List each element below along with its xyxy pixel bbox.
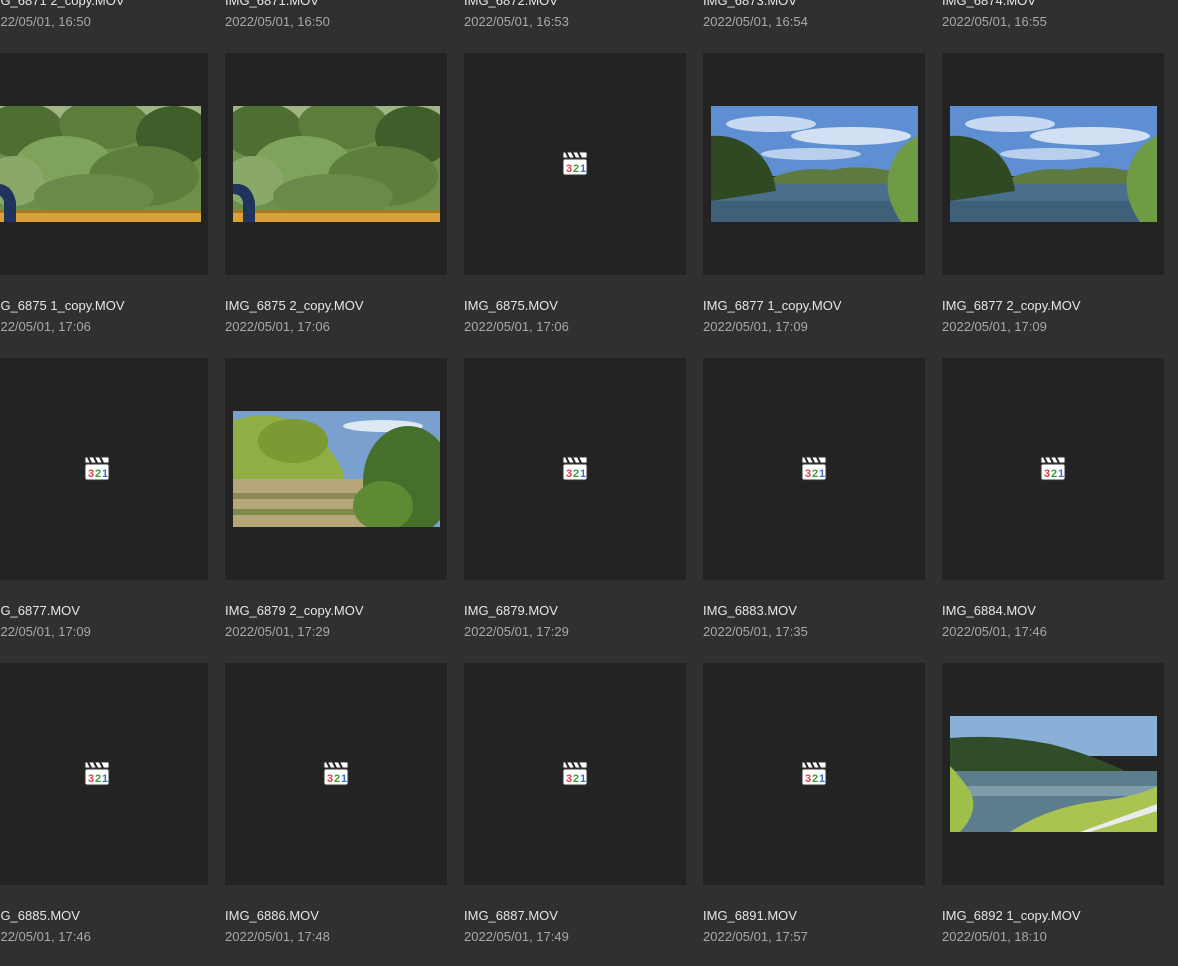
file-name[interactable]: IMG_6877.MOV xyxy=(0,603,80,619)
file-tile[interactable] xyxy=(942,53,1164,275)
svg-text:3: 3 xyxy=(327,773,333,785)
file-tile[interactable]: 3 2 1 xyxy=(703,358,925,580)
svg-text:3: 3 xyxy=(566,163,572,175)
mpc-file-icon: 3 2 1 xyxy=(800,454,828,482)
svg-text:2: 2 xyxy=(573,773,579,785)
mpc-file-icon: 3 2 1 xyxy=(561,149,589,177)
svg-text:1: 1 xyxy=(580,163,586,175)
mpc-file-icon: 3 2 1 xyxy=(1039,454,1067,482)
file-name[interactable]: IMG_6875 1_copy.MOV xyxy=(0,298,125,314)
svg-text:1: 1 xyxy=(819,773,825,785)
file-tile[interactable] xyxy=(703,53,925,275)
svg-text:1: 1 xyxy=(819,468,825,480)
file-date: 2022/05/01, 17:57 xyxy=(703,929,808,944)
file-tile[interactable]: 3 2 1 xyxy=(464,663,686,885)
file-tile[interactable]: 3 2 1 xyxy=(225,663,447,885)
file-tile[interactable]: 3 2 1 xyxy=(0,663,208,885)
mpc-file-icon: 3 2 1 xyxy=(322,759,350,787)
file-date: 2022/05/01, 17:29 xyxy=(464,624,569,639)
file-date: 2022/05/01, 17:46 xyxy=(942,624,1047,639)
file-tile[interactable]: 3 2 1 xyxy=(703,663,925,885)
file-date: 2022/05/01, 17:29 xyxy=(225,624,330,639)
svg-text:2: 2 xyxy=(573,163,579,175)
video-thumbnail xyxy=(0,106,201,222)
file-tile[interactable] xyxy=(942,663,1164,885)
file-name[interactable]: IMG_6884.MOV xyxy=(942,603,1036,619)
file-date: 2022/05/01, 16:55 xyxy=(942,14,1047,29)
file-date: 2022/05/01, 17:35 xyxy=(703,624,808,639)
video-thumbnail xyxy=(950,716,1157,832)
file-date: 2022/05/01, 16:50 xyxy=(225,14,330,29)
file-name[interactable]: IMG_6872.MOV xyxy=(464,0,558,9)
svg-text:2: 2 xyxy=(573,468,579,480)
file-name[interactable]: IMG_6891.MOV xyxy=(703,908,797,924)
svg-text:1: 1 xyxy=(1058,468,1064,480)
file-name[interactable]: IMG_6892 1_copy.MOV xyxy=(942,908,1081,924)
file-name[interactable]: IMG_6885.MOV xyxy=(0,908,80,924)
svg-text:1: 1 xyxy=(580,468,586,480)
file-date: 2022/05/01, 17:46 xyxy=(0,929,91,944)
file-date: 2022/05/01, 17:06 xyxy=(225,319,330,334)
video-thumbnail xyxy=(950,106,1157,222)
svg-text:2: 2 xyxy=(334,773,340,785)
video-thumbnail xyxy=(233,411,440,527)
file-date: 2022/05/01, 17:06 xyxy=(0,319,91,334)
svg-text:1: 1 xyxy=(580,773,586,785)
file-name[interactable]: IMG_6873.MOV xyxy=(703,0,797,9)
svg-text:2: 2 xyxy=(812,773,818,785)
file-name[interactable]: IMG_6879 2_copy.MOV xyxy=(225,603,364,619)
file-tile[interactable] xyxy=(0,53,208,275)
file-name[interactable]: IMG_6877 2_copy.MOV xyxy=(942,298,1081,314)
file-name[interactable]: IMG_6879.MOV xyxy=(464,603,558,619)
file-date: 2022/05/01, 17:09 xyxy=(942,319,1047,334)
file-date: 2022/05/01, 17:09 xyxy=(0,624,91,639)
svg-text:2: 2 xyxy=(812,468,818,480)
mpc-file-icon: 3 2 1 xyxy=(561,759,589,787)
svg-text:2: 2 xyxy=(95,468,101,480)
svg-text:3: 3 xyxy=(566,773,572,785)
svg-text:2: 2 xyxy=(95,773,101,785)
file-date: 2022/05/01, 17:49 xyxy=(464,929,569,944)
file-date: 2022/05/01, 18:10 xyxy=(942,929,1047,944)
svg-text:1: 1 xyxy=(341,773,347,785)
file-name[interactable]: IMG_6871 2_copy.MOV xyxy=(0,0,125,9)
file-name[interactable]: IMG_6874.MOV xyxy=(942,0,1036,9)
file-tile[interactable]: 3 2 1 xyxy=(464,358,686,580)
file-name[interactable]: IMG_6887.MOV xyxy=(464,908,558,924)
file-tile[interactable]: 3 2 1 xyxy=(0,358,208,580)
video-thumbnail xyxy=(711,106,918,222)
file-name[interactable]: IMG_6886.MOV xyxy=(225,908,319,924)
svg-text:3: 3 xyxy=(805,773,811,785)
svg-text:3: 3 xyxy=(805,468,811,480)
file-name[interactable]: IMG_6871.MOV xyxy=(225,0,319,9)
mpc-file-icon: 3 2 1 xyxy=(83,454,111,482)
svg-text:2: 2 xyxy=(1051,468,1057,480)
file-date: 2022/05/01, 17:06 xyxy=(464,319,569,334)
svg-text:3: 3 xyxy=(1044,468,1050,480)
svg-text:3: 3 xyxy=(566,468,572,480)
file-name[interactable]: IMG_6883.MOV xyxy=(703,603,797,619)
file-tile[interactable]: 3 2 1 xyxy=(464,53,686,275)
file-date: 2022/05/01, 16:53 xyxy=(464,14,569,29)
file-date: 2022/05/01, 16:50 xyxy=(0,14,91,29)
svg-text:3: 3 xyxy=(88,773,94,785)
mpc-file-icon: 3 2 1 xyxy=(800,759,828,787)
file-date: 2022/05/01, 17:48 xyxy=(225,929,330,944)
file-tile[interactable]: 3 2 1 xyxy=(942,358,1164,580)
svg-text:1: 1 xyxy=(102,773,108,785)
file-tile[interactable] xyxy=(225,53,447,275)
svg-text:3: 3 xyxy=(88,468,94,480)
file-date: 2022/05/01, 17:09 xyxy=(703,319,808,334)
file-name[interactable]: IMG_6875.MOV xyxy=(464,298,558,314)
file-name[interactable]: IMG_6877 1_copy.MOV xyxy=(703,298,842,314)
file-date: 2022/05/01, 16:54 xyxy=(703,14,808,29)
mpc-file-icon: 3 2 1 xyxy=(561,454,589,482)
mpc-file-icon: 3 2 1 xyxy=(83,759,111,787)
file-name[interactable]: IMG_6875 2_copy.MOV xyxy=(225,298,364,314)
svg-text:1: 1 xyxy=(102,468,108,480)
video-thumbnail xyxy=(233,106,440,222)
file-tile[interactable] xyxy=(225,358,447,580)
